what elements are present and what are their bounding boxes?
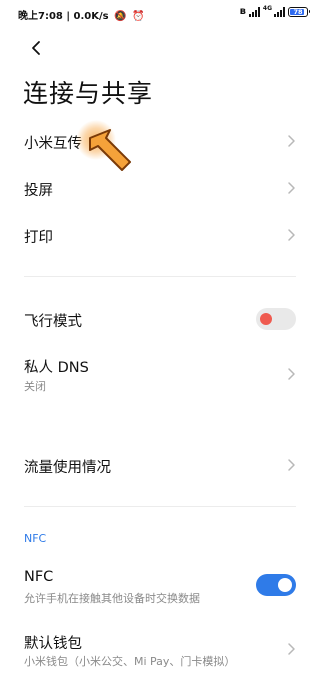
network-type-label: 4G — [262, 5, 272, 12]
chevron-right-icon — [288, 229, 295, 241]
toggle-knob — [260, 313, 272, 325]
mi-share-label: 小米互传 — [24, 136, 82, 152]
mi-share-row[interactable]: 小米互传 — [0, 118, 320, 164]
nfc-label: NFC — [24, 569, 54, 585]
default-wallet-row[interactable]: 默认钱包 小米钱包（小米公交、Mi Pay、门卡模拟） — [0, 628, 320, 678]
chevron-right-icon — [288, 643, 295, 655]
nfc-section-header: NFC — [24, 532, 47, 545]
private-dns-label: 私人 DNS — [24, 360, 89, 376]
cast-row[interactable]: 投屏 — [0, 165, 320, 211]
status-bar: 晚上7:08 | 0.0K/s 🔕 ⏰ ʙ 4G 78 — [0, 0, 320, 28]
back-button[interactable] — [24, 36, 48, 60]
back-arrow-icon — [32, 41, 40, 55]
private-dns-row[interactable]: 私人 DNS 关闭 — [0, 350, 320, 400]
data-usage-row[interactable]: 流量使用情况 — [0, 442, 320, 488]
data-usage-label: 流量使用情况 — [24, 460, 111, 476]
chevron-right-icon — [288, 459, 295, 471]
battery-level: 78 — [293, 7, 303, 16]
dnd-bell-icon: 🔕 — [114, 11, 127, 22]
chevron-right-icon — [288, 368, 295, 380]
airplane-mode-toggle[interactable] — [256, 308, 296, 330]
nfc-description: 允许手机在接触其他设备时交换数据 — [24, 592, 200, 605]
status-right: ʙ 4G 78 — [239, 5, 310, 17]
print-label: 打印 — [24, 230, 53, 246]
divider — [24, 276, 296, 277]
airplane-mode-label: 飞行模式 — [24, 314, 82, 330]
private-dns-value: 关闭 — [24, 380, 46, 393]
status-left: 晚上7:08 | 0.0K/s 🔕 ⏰ — [18, 7, 144, 22]
divider — [24, 506, 296, 507]
chevron-right-icon — [288, 135, 295, 147]
signal-icon — [248, 6, 260, 17]
signal-icon-2 — [274, 6, 285, 17]
nfc-row[interactable]: NFC 允许手机在接触其他设备时交换数据 — [0, 564, 320, 612]
status-separator: | — [66, 11, 74, 22]
alarm-clock-icon: ⏰ — [132, 11, 145, 22]
print-row[interactable]: 打印 — [0, 212, 320, 258]
default-wallet-value: 小米钱包（小米公交、Mi Pay、门卡模拟） — [24, 655, 236, 668]
toggle-knob — [278, 578, 292, 592]
airplane-mode-row[interactable]: 飞行模式 — [0, 296, 320, 342]
status-time: 晚上7:08 — [18, 11, 63, 22]
default-wallet-label: 默认钱包 — [24, 636, 82, 652]
chevron-right-icon — [288, 182, 295, 194]
bluetooth-icon: ʙ — [239, 6, 246, 17]
status-speed: 0.0K/s — [73, 11, 109, 22]
battery-icon: 78 — [288, 6, 310, 17]
page-title: 连接与共享 — [23, 79, 154, 108]
cast-label: 投屏 — [24, 183, 53, 199]
nfc-toggle[interactable] — [256, 574, 296, 596]
